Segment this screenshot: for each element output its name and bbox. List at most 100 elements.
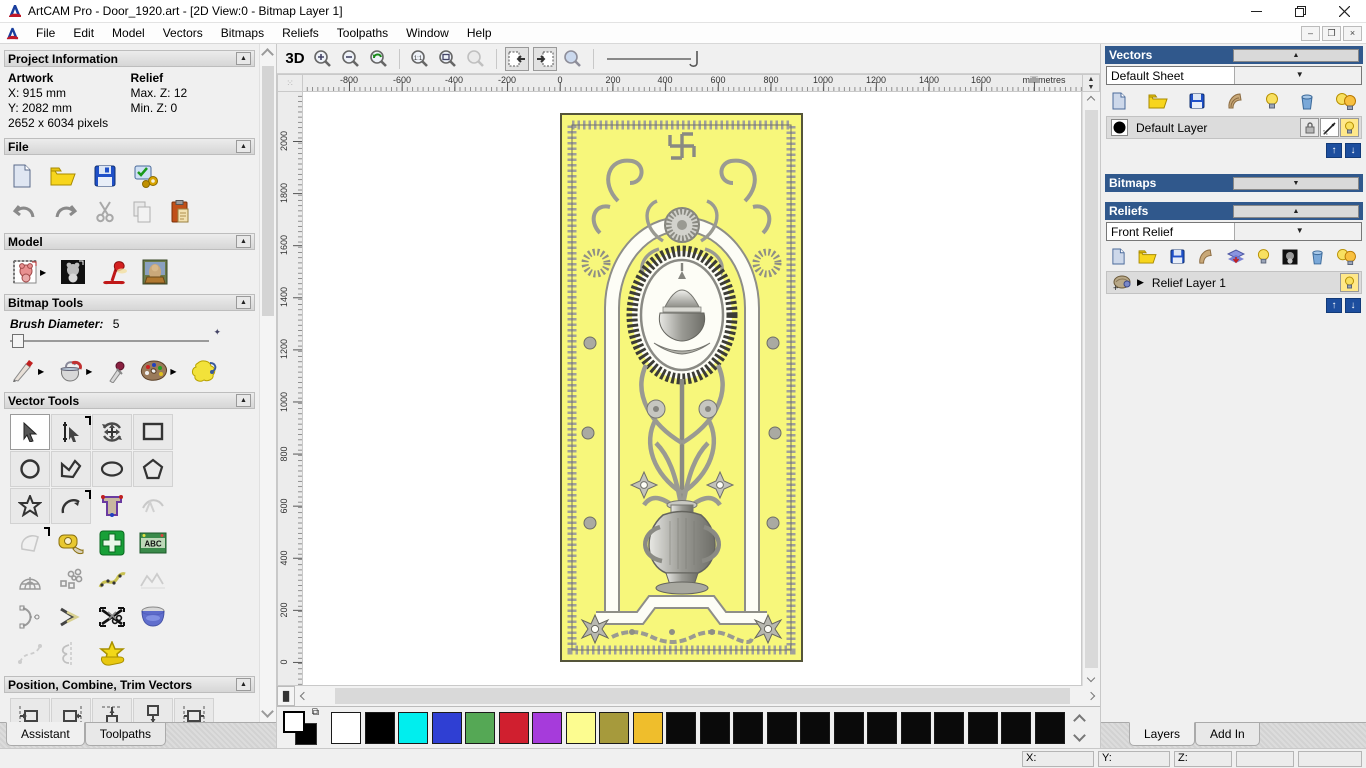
- zoom-out-icon[interactable]: [339, 47, 363, 71]
- zoom-previous-icon[interactable]: [367, 47, 391, 71]
- move-layer-down-button[interactable]: ↓: [1345, 298, 1361, 313]
- transform-vectors-tool[interactable]: [92, 414, 132, 450]
- fit-vectors-tool[interactable]: [133, 562, 173, 598]
- palette-swatch[interactable]: [599, 711, 629, 744]
- palette-swatch[interactable]: [1001, 711, 1031, 744]
- relief-layer-row[interactable]: + ▶ Relief Layer 1: [1106, 271, 1362, 294]
- palette-swatch[interactable]: [900, 711, 931, 744]
- wrap-text-tool[interactable]: [133, 488, 173, 524]
- menu-bitmaps[interactable]: Bitmaps: [212, 24, 273, 42]
- palette-swatch[interactable]: [498, 711, 529, 744]
- paint-icon[interactable]: [12, 360, 36, 382]
- block-copy-tool[interactable]: [51, 562, 91, 598]
- edit-layer-icon[interactable]: [1320, 118, 1339, 137]
- scrollbar-thumb[interactable]: [335, 688, 1070, 704]
- mdi-close-button[interactable]: ×: [1343, 25, 1362, 41]
- flood-fill-icon[interactable]: [58, 359, 84, 383]
- align-bottom-tool[interactable]: [133, 698, 173, 722]
- save-vectors-icon[interactable]: [1189, 93, 1205, 109]
- current-colours-indicator[interactable]: ⧉: [283, 707, 319, 745]
- scroll-down-icon[interactable]: [1086, 673, 1096, 683]
- collapse-button[interactable]: ▲: [236, 235, 251, 248]
- text-block-tool[interactable]: [10, 525, 50, 561]
- scrollbar-thumb[interactable]: [262, 66, 274, 316]
- menu-file[interactable]: File: [27, 24, 64, 42]
- paste-along-curve-tool[interactable]: [92, 562, 132, 598]
- save-relief-icon[interactable]: [1170, 249, 1185, 264]
- scroll-right-icon[interactable]: [1086, 691, 1096, 701]
- vector-sheet-select[interactable]: Default Sheet ▼: [1106, 66, 1362, 85]
- join-vectors-tool[interactable]: [10, 636, 50, 672]
- collapse-button[interactable]: ▲: [236, 296, 251, 309]
- align-centre-tool[interactable]: [174, 698, 214, 722]
- layer-name[interactable]: Default Layer: [1128, 121, 1299, 135]
- expand-button[interactable]: ▼: [1233, 176, 1359, 190]
- tab-add-in[interactable]: Add In: [1195, 723, 1260, 746]
- palette-swatch[interactable]: [766, 711, 797, 744]
- collapse-button[interactable]: ▲: [1233, 204, 1359, 218]
- show-all-reliefs-icon[interactable]: [1336, 248, 1357, 265]
- palette-swatch[interactable]: [431, 711, 462, 744]
- create-star-tool[interactable]: [10, 488, 50, 524]
- paste-icon[interactable]: [170, 200, 190, 224]
- palette-swatch[interactable]: [398, 711, 428, 744]
- menu-vectors[interactable]: Vectors: [154, 24, 212, 42]
- menu-toolpaths[interactable]: Toolpaths: [328, 24, 397, 42]
- scroll-up-icon[interactable]: [1073, 713, 1086, 727]
- palette-swatch[interactable]: [934, 711, 964, 744]
- create-text-tool[interactable]: [92, 488, 132, 524]
- palette-swatch[interactable]: [833, 711, 864, 744]
- open-vectors-icon[interactable]: [1148, 93, 1168, 109]
- scroll-down-icon[interactable]: [1073, 728, 1086, 742]
- tab-assistant[interactable]: Assistant: [6, 722, 85, 746]
- node-editing-tool[interactable]: [51, 414, 91, 450]
- canvas-vertical-scrollbar[interactable]: [1082, 92, 1100, 686]
- copy-icon[interactable]: [132, 201, 152, 223]
- canvas-horizontal-scrollbar[interactable]: [295, 686, 1100, 706]
- model-properties-icon[interactable]: [134, 164, 160, 188]
- create-ellipse-tool[interactable]: [92, 451, 132, 487]
- relief-select[interactable]: Front Relief ▼: [1106, 222, 1362, 241]
- palette-swatch[interactable]: [867, 711, 897, 744]
- measure-tool[interactable]: [51, 525, 91, 561]
- menu-window[interactable]: Window: [397, 24, 458, 42]
- create-arc-tool[interactable]: [51, 488, 91, 524]
- paste-special-icon[interactable]: [92, 525, 132, 561]
- scrollbar-thumb[interactable]: [1085, 110, 1098, 668]
- lighting-icon[interactable]: [100, 259, 128, 285]
- mdi-restore-button[interactable]: ❒: [1322, 25, 1341, 41]
- palette-swatch[interactable]: [532, 711, 562, 744]
- offset-vectors-tool[interactable]: [51, 599, 91, 635]
- minimize-button[interactable]: [1234, 0, 1278, 22]
- move-layer-down-button[interactable]: ↓: [1345, 143, 1361, 158]
- delete-sheet-icon[interactable]: [1300, 92, 1314, 110]
- mirror-vectors-tool[interactable]: [51, 636, 91, 672]
- move-layer-up-button[interactable]: ↑: [1326, 143, 1342, 158]
- palette-swatch[interactable]: [800, 711, 830, 744]
- zoom-object-icon[interactable]: [464, 47, 488, 71]
- preview-relief-icon[interactable]: [561, 47, 585, 71]
- palette-swatch[interactable]: [733, 711, 763, 744]
- create-rectangle-tool[interactable]: [133, 414, 173, 450]
- create-vector-boundary-tool[interactable]: [92, 636, 132, 672]
- palette-swatch[interactable]: [666, 711, 696, 744]
- toggle-bitmap-visibility-button[interactable]: [505, 46, 529, 71]
- palette-swatch[interactable]: [364, 711, 395, 744]
- fillet-tool[interactable]: [133, 599, 173, 635]
- relief-visibility-icon[interactable]: [1257, 248, 1270, 265]
- invert-model-icon[interactable]: [60, 259, 86, 285]
- new-model-icon[interactable]: [12, 164, 32, 188]
- mdi-minimize-button[interactable]: –: [1301, 25, 1320, 41]
- open-model-icon[interactable]: [50, 165, 76, 187]
- cut-icon[interactable]: [96, 201, 114, 223]
- scroll-down-icon[interactable]: [261, 705, 274, 718]
- align-left-tool[interactable]: [10, 698, 50, 722]
- menu-edit[interactable]: Edit: [64, 24, 103, 42]
- assistant-scrollbar[interactable]: [259, 44, 276, 722]
- menu-help[interactable]: Help: [458, 24, 501, 42]
- new-relief-icon[interactable]: [1111, 248, 1126, 265]
- move-layer-up-button[interactable]: ↑: [1326, 298, 1342, 313]
- layer-visibility-icon[interactable]: [1340, 273, 1359, 292]
- ruler-toggle-button[interactable]: ▐▌: [277, 686, 295, 706]
- dropdown-arrow-icon[interactable]: ▼: [1233, 67, 1361, 84]
